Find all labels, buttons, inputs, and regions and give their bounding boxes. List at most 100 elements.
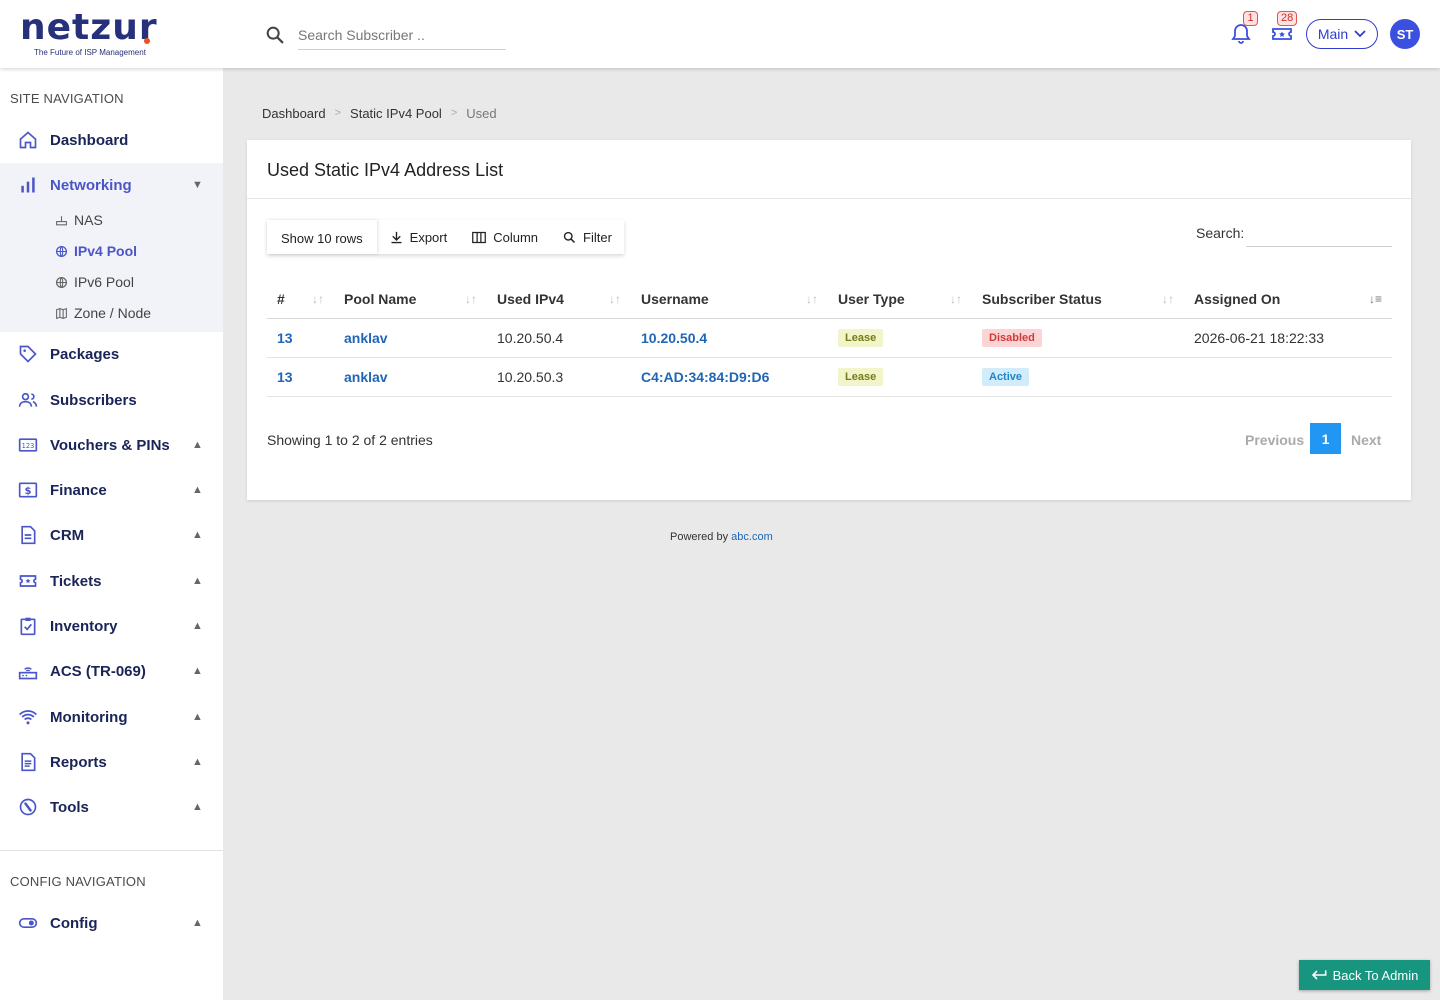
sidebar-item-reports[interactable]: Reports ▲ <box>0 742 223 782</box>
pagination-page-1[interactable]: 1 <box>1310 423 1341 454</box>
status-badge: Active <box>982 368 1030 386</box>
sidebar-item-packages[interactable]: Packages <box>0 334 223 374</box>
sidebar-item-inventory[interactable]: Inventory ▲ <box>0 606 223 646</box>
used-ipv4-table: # ↓↑ Pool Name ↓↑ Used IPv4 ↓↑ Username ↓↑ U… <box>267 280 1392 397</box>
clipboard-check-icon <box>17 615 39 637</box>
table-search-input[interactable] <box>1246 219 1392 247</box>
sidebar-item-label: Config <box>50 914 98 932</box>
row-user-type: Lease <box>828 318 972 358</box>
breadcrumb-static-ipv4-pool[interactable]: Static IPv4 Pool <box>350 106 442 121</box>
sidebar-item-config[interactable]: Config ▲ <box>0 903 223 943</box>
table-row: 13 anklav 10.20.50.3 C4:AD:34:84:D9:D6 L… <box>267 357 1392 397</box>
row-username[interactable]: C4:AD:34:84:D9:D6 <box>631 357 828 397</box>
notifications-badge: 1 <box>1243 11 1258 26</box>
export-button[interactable]: Export <box>377 220 460 254</box>
context-label: Main <box>1317 26 1349 42</box>
footer: Powered by abc.com <box>670 531 773 543</box>
column-button[interactable]: Column <box>459 220 550 254</box>
dollar-box-icon: $ <box>17 479 39 501</box>
back-to-admin-label: Back To Admin <box>1332 967 1419 983</box>
caret-up-icon: ▲ <box>192 917 203 929</box>
sidebar-subitem-ipv6-pool[interactable]: IPv6 Pool <box>0 268 223 296</box>
sidebar-subitem-label: NAS <box>74 212 103 228</box>
sidebar-subitem-nas[interactable]: NAS <box>0 206 223 234</box>
sidebar-item-tools[interactable]: Tools ▲ <box>0 787 223 827</box>
column-header-label: Pool Name <box>344 290 417 307</box>
column-label: Column <box>493 229 539 245</box>
brand-logo[interactable]: netzur The Future of ISP Management <box>20 10 190 60</box>
sidebar-item-dashboard[interactable]: Dashboard <box>0 120 223 160</box>
card-divider <box>247 198 1411 199</box>
nas-icon <box>54 213 68 227</box>
logo-dot <box>144 38 150 44</box>
row-assigned-on: 2026-06-21 18:22:33 <box>1184 318 1392 358</box>
sidebar-subitem-label: Zone / Node <box>74 305 152 321</box>
filter-button[interactable]: Filter <box>550 220 624 254</box>
sidebar-item-networking[interactable]: Networking ▼ <box>0 165 223 205</box>
columns-icon <box>472 231 487 243</box>
pagination-next[interactable]: Next <box>1351 432 1381 448</box>
filter-label: Filter <box>583 229 612 245</box>
row-username[interactable]: 10.20.50.4 <box>631 318 828 358</box>
site-navigation-heading: SITE NAVIGATION <box>10 91 124 106</box>
sidebar-subitem-ipv4-pool[interactable]: IPv4 Pool <box>0 237 223 265</box>
document-icon <box>17 524 39 546</box>
user-avatar[interactable]: ST <box>1390 19 1420 49</box>
globe-icon <box>54 275 68 289</box>
show-rows-button[interactable]: Show 10 rows <box>267 220 377 254</box>
sidebar-divider <box>0 850 223 851</box>
row-id[interactable]: 13 <box>267 357 334 397</box>
user-type-badge: Lease <box>838 329 884 347</box>
page-title: Used Static IPv4 Address List <box>267 160 504 180</box>
chevron-down-icon <box>1354 30 1366 38</box>
breadcrumb-dashboard[interactable]: Dashboard <box>262 106 326 121</box>
column-header-label: Used IPv4 <box>497 290 564 307</box>
sidebar-item-acs[interactable]: ACS (TR-069) ▲ <box>0 651 223 691</box>
back-to-admin-button[interactable]: Back To Admin <box>1299 960 1430 990</box>
sidebar-item-monitoring[interactable]: Monitoring ▲ <box>0 697 223 737</box>
users-icon <box>17 389 39 411</box>
caret-up-icon: ▲ <box>192 484 203 496</box>
sidebar-item-tickets[interactable]: Tickets ▲ <box>0 561 223 601</box>
column-header-id[interactable]: # ↓↑ <box>267 280 334 319</box>
column-header-subscriber-status[interactable]: Subscriber Status ↓↑ <box>972 280 1184 319</box>
pagination-previous[interactable]: Previous <box>1245 432 1304 448</box>
sidebar-item-subscribers[interactable]: Subscribers <box>0 380 223 420</box>
sidebar-item-label: Packages <box>50 345 120 363</box>
router-icon <box>17 660 39 682</box>
column-header-used-ipv4[interactable]: Used IPv4 ↓↑ <box>487 280 631 319</box>
map-icon <box>54 306 68 320</box>
subscriber-search-input[interactable] <box>298 20 506 50</box>
context-dropdown[interactable]: Main <box>1306 19 1378 49</box>
column-header-user-type[interactable]: User Type ↓↑ <box>828 280 972 319</box>
column-header-username[interactable]: Username ↓↑ <box>631 280 828 319</box>
sidebar-item-label: CRM <box>50 526 85 544</box>
column-header-assigned-on[interactable]: Assigned On ↓≡ <box>1184 280 1392 319</box>
globe-icon <box>54 244 68 258</box>
table-header-row: # ↓↑ Pool Name ↓↑ Used IPv4 ↓↑ Username ↓↑ U… <box>267 280 1392 319</box>
brand-tagline: The Future of ISP Management <box>34 48 146 57</box>
row-subscriber-status: Disabled <box>972 318 1184 358</box>
column-header-label: Username <box>641 290 709 307</box>
breadcrumb: Dashboard > Static IPv4 Pool > Used <box>262 106 497 121</box>
table-info: Showing 1 to 2 of 2 entries <box>267 432 433 448</box>
row-used-ipv4: 10.20.50.4 <box>487 318 631 358</box>
sidebar-subitem-zone-node[interactable]: Zone / Node <box>0 299 223 327</box>
row-subscriber-status: Active <box>972 357 1184 397</box>
caret-up-icon: ▲ <box>192 620 203 632</box>
download-icon <box>391 231 402 243</box>
row-id[interactable]: 13 <box>267 318 334 358</box>
row-pool-name[interactable]: anklav <box>334 318 487 358</box>
sidebar-item-vouchers[interactable]: 123 Vouchers & PINs ▲ <box>0 425 223 465</box>
tickets-badge: 28 <box>1277 11 1298 26</box>
export-label: Export <box>409 229 448 245</box>
footer-link[interactable]: abc.com <box>731 531 773 543</box>
column-header-pool-name[interactable]: Pool Name ↓↑ <box>334 280 487 319</box>
sidebar-item-label: Reports <box>50 753 107 771</box>
sidebar-item-label: Finance <box>50 481 107 499</box>
row-pool-name[interactable]: anklav <box>334 357 487 397</box>
sidebar-item-crm[interactable]: CRM ▲ <box>0 515 223 555</box>
row-assigned-on <box>1184 357 1392 397</box>
search-icon[interactable] <box>264 24 286 46</box>
sidebar-item-finance[interactable]: $ Finance ▲ <box>0 470 223 510</box>
